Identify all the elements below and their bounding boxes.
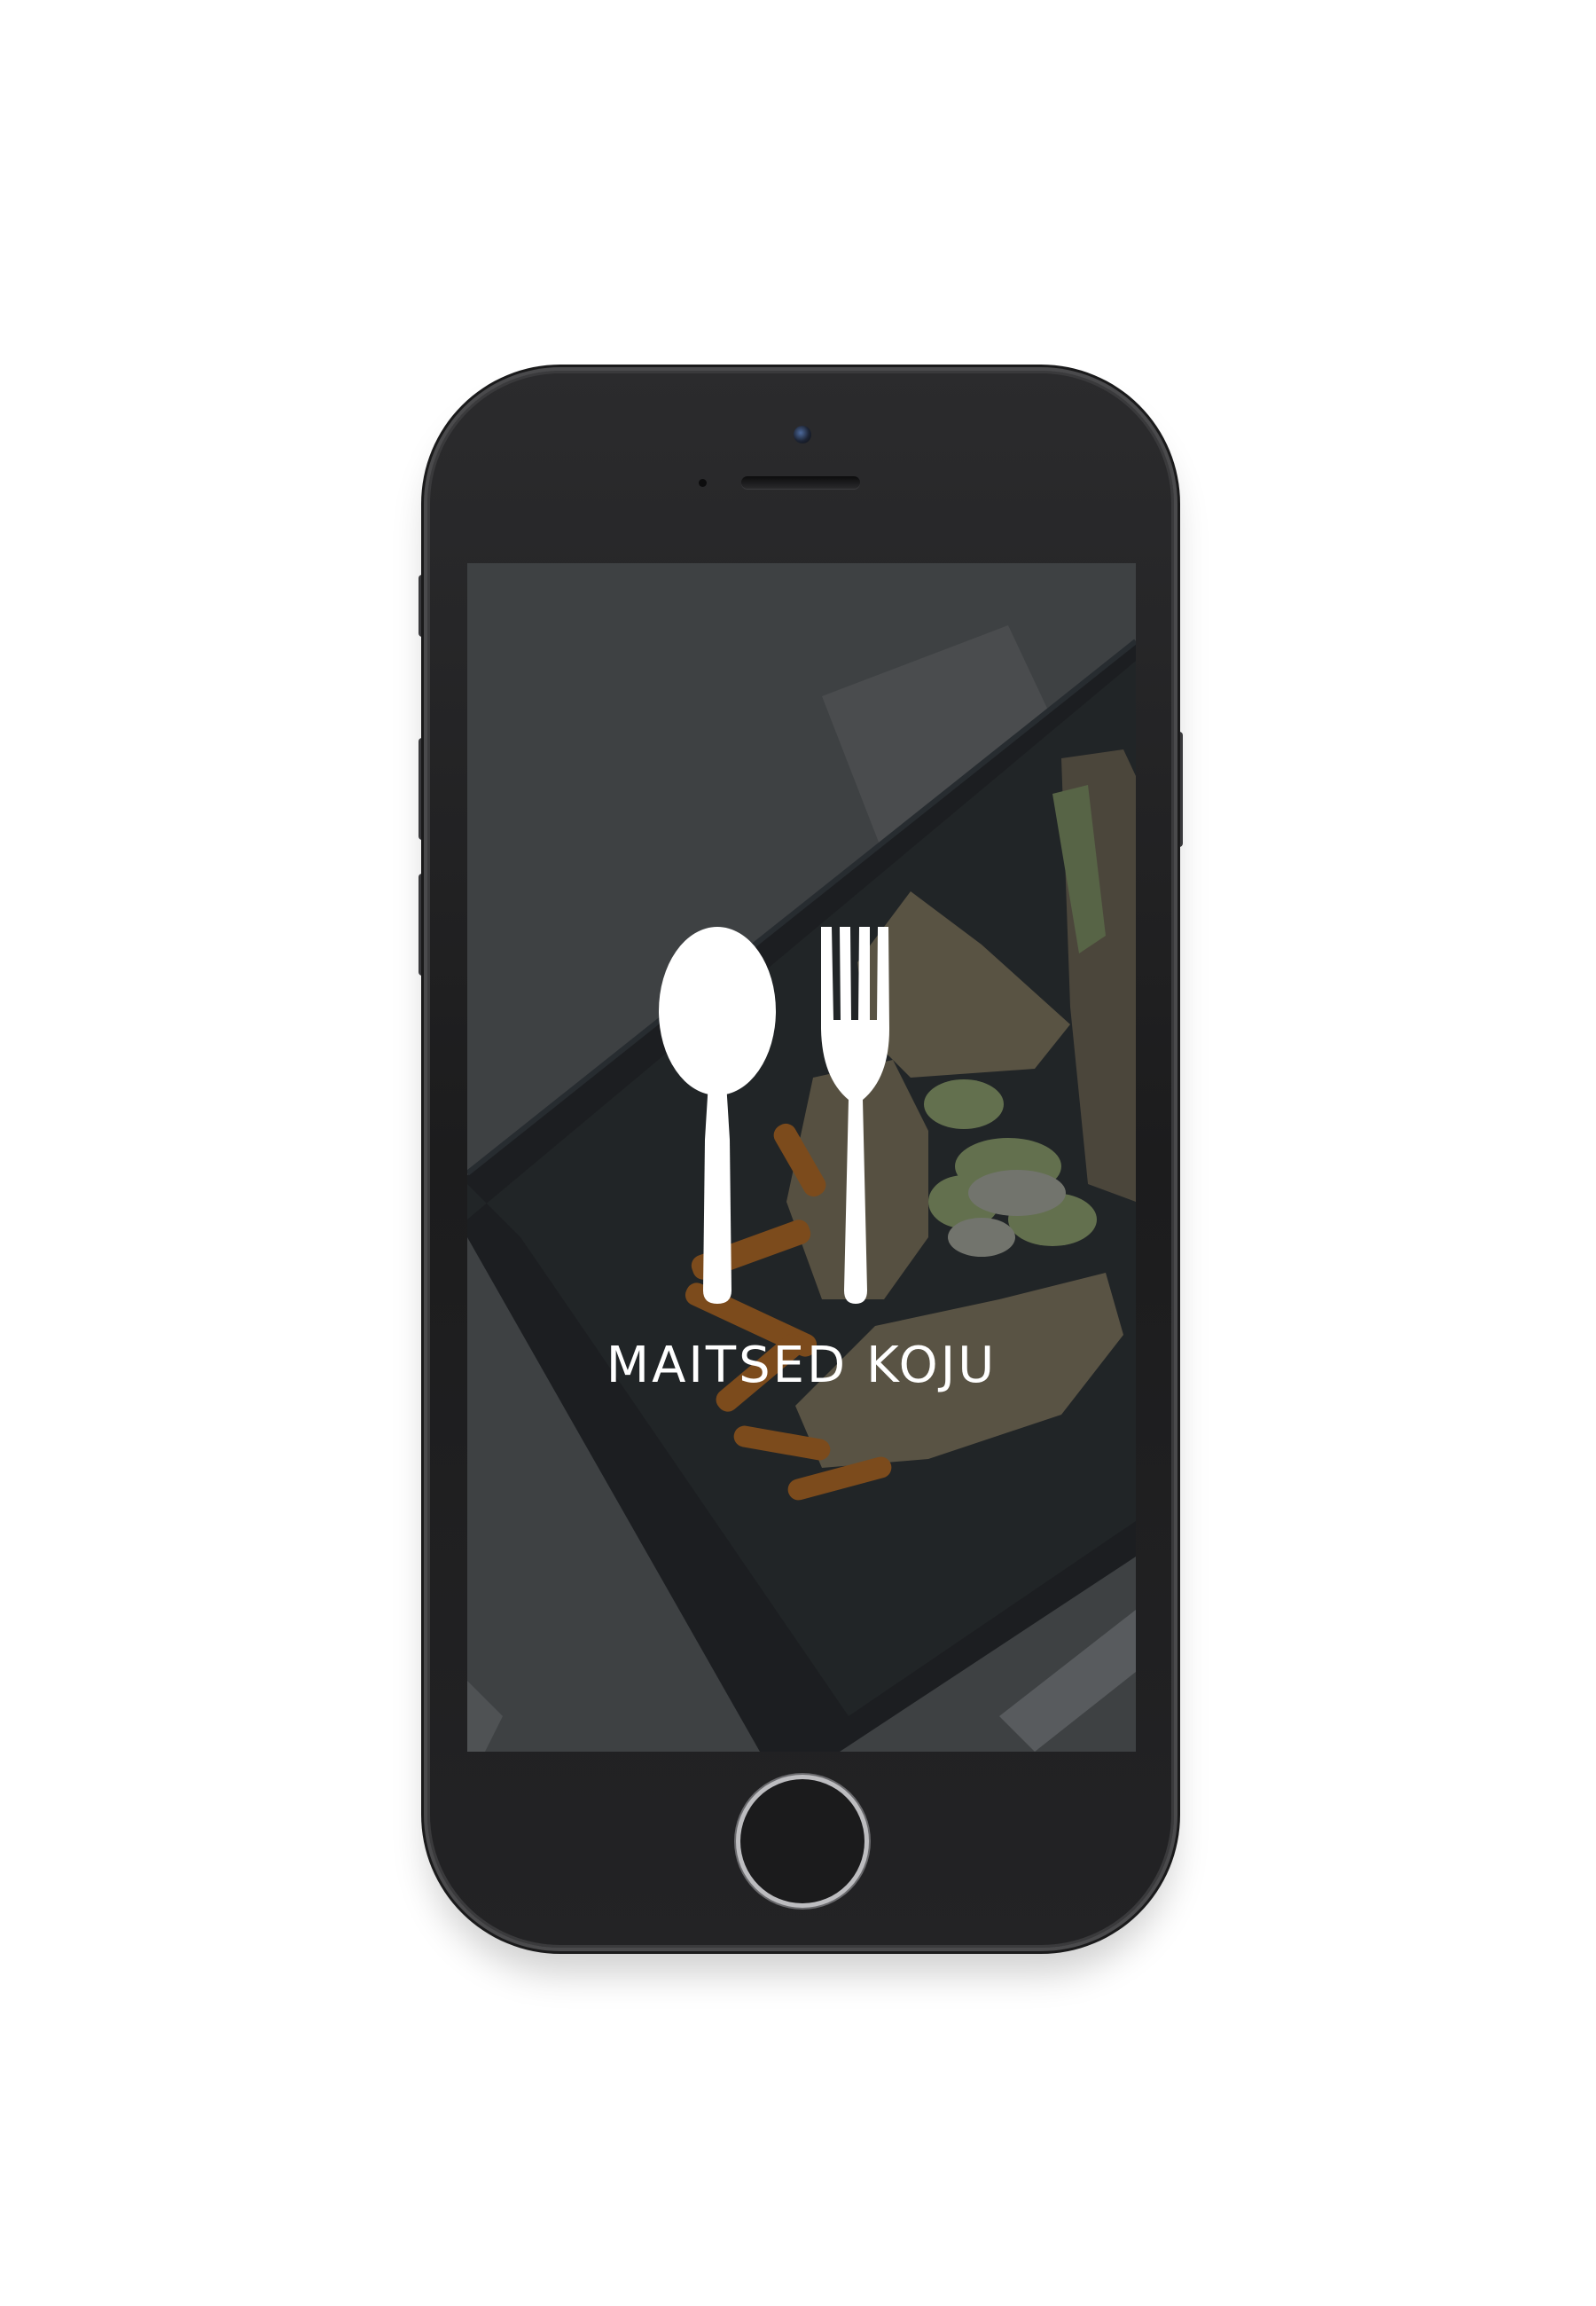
earpiece-speaker xyxy=(741,476,860,489)
spoon-icon xyxy=(659,927,776,1304)
app-title: MAITSED KOJU xyxy=(606,1337,998,1394)
app-logo: MAITSED KOJU xyxy=(467,563,1136,1752)
home-button[interactable] xyxy=(740,1779,864,1903)
logo-mark xyxy=(659,927,889,1304)
mockup-stage: MAITSED KOJU xyxy=(0,0,1596,2306)
fork-icon xyxy=(821,927,889,1304)
front-camera xyxy=(794,426,811,443)
proximity-sensor xyxy=(699,479,707,487)
splash-screen[interactable]: MAITSED KOJU xyxy=(467,563,1136,1752)
